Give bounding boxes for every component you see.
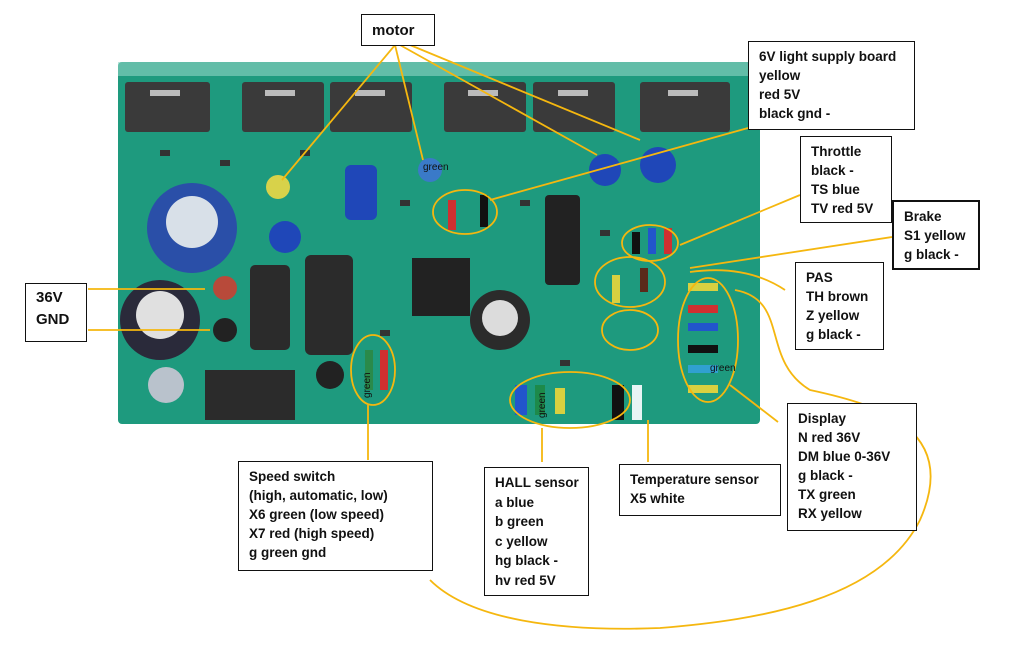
label-line: DM blue 0-36V bbox=[798, 449, 891, 464]
label-line: HALL sensor bbox=[495, 475, 579, 490]
label-line: X6 green (low speed) bbox=[249, 507, 385, 522]
label-throttle: Throttle black - TS blue TV red 5V bbox=[800, 136, 892, 223]
label-line: Temperature sensor bbox=[630, 472, 759, 487]
label-line: Brake bbox=[904, 209, 942, 224]
label-light-supply: 6V light supply board yellow red 5V blac… bbox=[748, 41, 915, 130]
label-line: Display bbox=[798, 411, 847, 426]
label-line: black gnd - bbox=[759, 106, 831, 121]
label-line: TH brown bbox=[806, 289, 869, 304]
board-tag-green: green bbox=[362, 372, 373, 398]
label-line: 36V bbox=[36, 289, 63, 306]
label-line: g green gnd bbox=[249, 545, 327, 560]
board-tag-green: green bbox=[423, 162, 449, 173]
label-display: Display N red 36V DM blue 0-36V g black … bbox=[787, 403, 917, 531]
label-line: TX green bbox=[798, 487, 856, 502]
label-line: RX yellow bbox=[798, 506, 862, 521]
label-hall-sensor: HALL sensor a blue b green c yellow hg b… bbox=[484, 467, 589, 596]
label-line: g black - bbox=[904, 247, 959, 262]
label-motor: motor bbox=[361, 14, 435, 46]
microcontroller-chip bbox=[412, 258, 470, 316]
label-line: Speed switch bbox=[249, 469, 336, 484]
label-line: S1 yellow bbox=[904, 228, 966, 243]
label-line: c yellow bbox=[495, 533, 548, 549]
label-line: X5 white bbox=[630, 491, 685, 506]
label-line: N red 36V bbox=[798, 430, 861, 445]
label-line: Throttle bbox=[811, 144, 862, 159]
board-tag-green: green bbox=[537, 392, 548, 418]
label-line: red 5V bbox=[759, 87, 801, 102]
label-line: 6V light supply board bbox=[759, 49, 897, 64]
board-tag-green: green bbox=[710, 363, 736, 374]
label-line: motor bbox=[372, 22, 415, 39]
label-line: TV red 5V bbox=[811, 201, 874, 216]
label-line: a blue bbox=[495, 494, 535, 510]
label-temperature-sensor: Temperature sensor X5 white bbox=[619, 464, 781, 516]
label-speed-switch: Speed switch (high, automatic, low) X6 g… bbox=[238, 461, 433, 571]
label-line: (high, automatic, low) bbox=[249, 488, 388, 503]
label-line: hg black - bbox=[495, 553, 559, 568]
label-line: hv red 5V bbox=[495, 572, 556, 588]
label-pas: PAS TH brown Z yellow g black - bbox=[795, 262, 884, 350]
label-brake: Brake S1 yellow g black - bbox=[892, 200, 980, 270]
annotated-controller-board: green green green green motor 6V light s… bbox=[0, 0, 1018, 654]
label-line: Z yellow bbox=[806, 308, 860, 323]
label-line: b green bbox=[495, 514, 544, 529]
label-line: X7 red (high speed) bbox=[249, 526, 375, 541]
label-power: 36V GND bbox=[25, 283, 87, 342]
label-line: yellow bbox=[759, 68, 801, 83]
label-line: GND bbox=[36, 311, 70, 328]
label-line: g black - bbox=[806, 327, 861, 342]
label-line: black - bbox=[811, 163, 854, 178]
label-line: PAS bbox=[806, 270, 833, 285]
label-line: TS blue bbox=[811, 182, 860, 197]
label-line: g black - bbox=[798, 468, 853, 483]
